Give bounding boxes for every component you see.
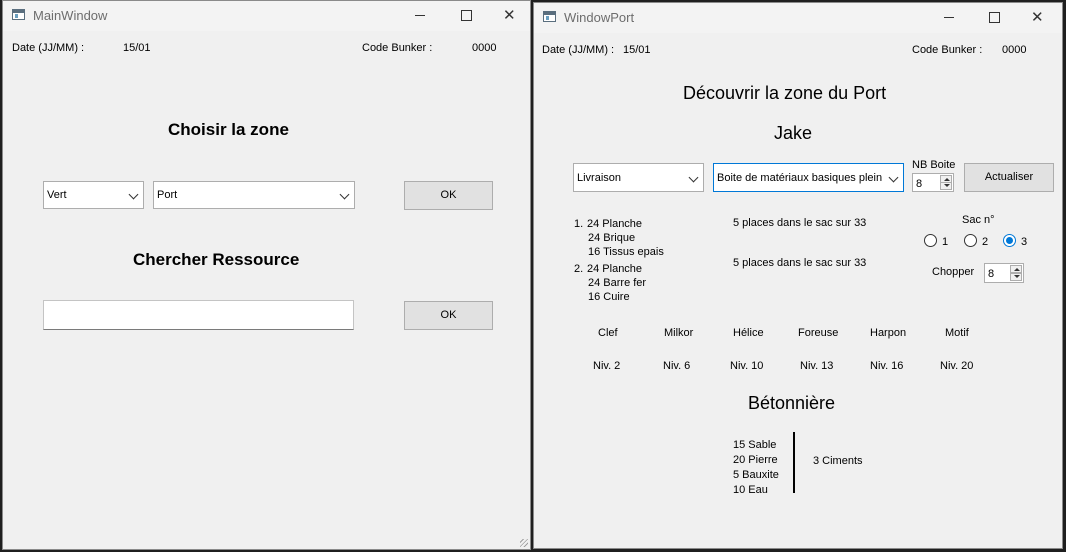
sac-radio-1[interactable] [924, 234, 937, 247]
code-bunker-label: Code Bunker : [912, 44, 983, 56]
date-label: Date (JJ/MM) : [542, 44, 615, 56]
color-select-value: Vert [47, 189, 67, 201]
nb-boite-spinbox[interactable]: 8 [912, 173, 954, 192]
order-number: 2. [574, 263, 584, 275]
chopper-value: 8 [988, 268, 995, 280]
tool-level: Niv. 10 [730, 360, 764, 372]
chevron-down-icon [128, 189, 139, 200]
main-window: MainWindow ✕ Date (JJ/MM) : 15/01 Code B… [2, 0, 531, 550]
order-number: 1. [574, 218, 584, 230]
order-line: 24 Planche [587, 263, 643, 275]
nb-boite-value: 8 [916, 178, 923, 190]
minimize-icon[interactable] [926, 3, 972, 33]
zone-ok-button[interactable]: OK [404, 181, 493, 210]
sac-radio-3-label: 3 [1021, 236, 1028, 248]
refresh-button[interactable]: Actualiser [964, 163, 1054, 192]
chopper-label: Chopper [932, 266, 975, 278]
close-icon[interactable]: ✕ [1015, 3, 1061, 33]
window-title: MainWindow [33, 8, 108, 23]
mixer-input: 10 Eau [733, 484, 768, 496]
order-line: 24 Planche [587, 218, 643, 230]
nb-boite-label: NB Boite [912, 159, 956, 171]
order-line: 24 Brique [588, 232, 636, 244]
tool-level: Niv. 20 [940, 360, 974, 372]
page-title: Découvrir la zone du Port [683, 83, 887, 103]
mixer-divider [793, 432, 795, 493]
sac-radio-3[interactable] [1003, 234, 1016, 247]
minimize-icon[interactable] [397, 1, 443, 31]
port-window: WindowPort ✕ Date (JJ/MM) : 15/01 Code B… [533, 2, 1063, 549]
mixer-input: 15 Sable [733, 439, 777, 451]
search-heading: Chercher Ressource [133, 250, 300, 269]
tool-name: Clef [598, 327, 618, 339]
maximize-icon[interactable] [443, 1, 489, 31]
mixer-output: 3 Ciments [813, 455, 863, 467]
zone-select[interactable]: Port [153, 181, 355, 209]
mixer-input: 5 Bauxite [733, 469, 779, 481]
order-line: 16 Cuire [588, 291, 630, 303]
mode-select-value: Livraison [577, 172, 622, 184]
order-status: 5 places dans le sac sur 33 [733, 257, 867, 269]
tool-level: Niv. 13 [800, 360, 834, 372]
color-select[interactable]: Vert [43, 181, 144, 209]
sac-label: Sac n° [962, 214, 995, 226]
code-bunker-value: 0000 [1002, 44, 1027, 56]
npc-name: Jake [774, 123, 813, 143]
tool-level: Niv. 16 [870, 360, 904, 372]
close-icon[interactable]: ✕ [487, 1, 533, 31]
maximize-icon[interactable] [971, 3, 1017, 33]
search-input[interactable] [43, 300, 354, 330]
chevron-down-icon [888, 172, 899, 183]
zone-heading: Choisir la zone [168, 120, 289, 139]
sac-radio-2[interactable] [964, 234, 977, 247]
code-bunker-value: 0000 [472, 42, 497, 54]
box-type-select[interactable]: Boite de matériaux basiques plein [713, 163, 904, 192]
app-icon [543, 11, 556, 22]
window-title: WindowPort [564, 10, 635, 25]
date-label: Date (JJ/MM) : [12, 42, 85, 54]
date-value: 15/01 [123, 42, 151, 54]
zone-select-value: Port [157, 189, 178, 201]
mode-select[interactable]: Livraison [573, 163, 704, 192]
order-status: 5 places dans le sac sur 33 [733, 217, 867, 229]
tool-name: Harpon [870, 327, 907, 339]
spin-up-icon[interactable] [1010, 265, 1022, 273]
tool-name: Foreuse [798, 327, 839, 339]
order-line: 16 Tissus epais [588, 246, 664, 258]
sac-radio-2-label: 2 [982, 236, 989, 248]
box-type-select-value: Boite de matériaux basiques plein [717, 172, 883, 184]
tool-name: Milkor [664, 327, 694, 339]
date-value: 15/01 [623, 44, 651, 56]
resize-grip[interactable] [520, 539, 528, 547]
search-ok-button[interactable]: OK [404, 301, 493, 330]
main-window-titlebar[interactable]: MainWindow ✕ [3, 1, 530, 31]
port-window-titlebar[interactable]: WindowPort ✕ [534, 3, 1062, 33]
spin-down-icon[interactable] [940, 182, 952, 190]
chopper-spinbox[interactable]: 8 [984, 263, 1024, 283]
tool-name: Hélice [733, 327, 764, 339]
code-bunker-label: Code Bunker : [362, 42, 433, 54]
spin-down-icon[interactable] [1010, 273, 1022, 281]
mixer-input: 20 Pierre [733, 454, 778, 466]
sac-radio-1-label: 1 [942, 236, 949, 248]
tool-level: Niv. 6 [663, 360, 691, 372]
tool-level: Niv. 2 [593, 360, 621, 372]
order-line: 24 Barre fer [588, 277, 647, 289]
app-icon [12, 9, 25, 20]
tool-name: Motif [945, 327, 969, 339]
mixer-heading: Bétonnière [748, 393, 836, 413]
chevron-down-icon [688, 172, 699, 183]
chevron-down-icon [339, 189, 350, 200]
